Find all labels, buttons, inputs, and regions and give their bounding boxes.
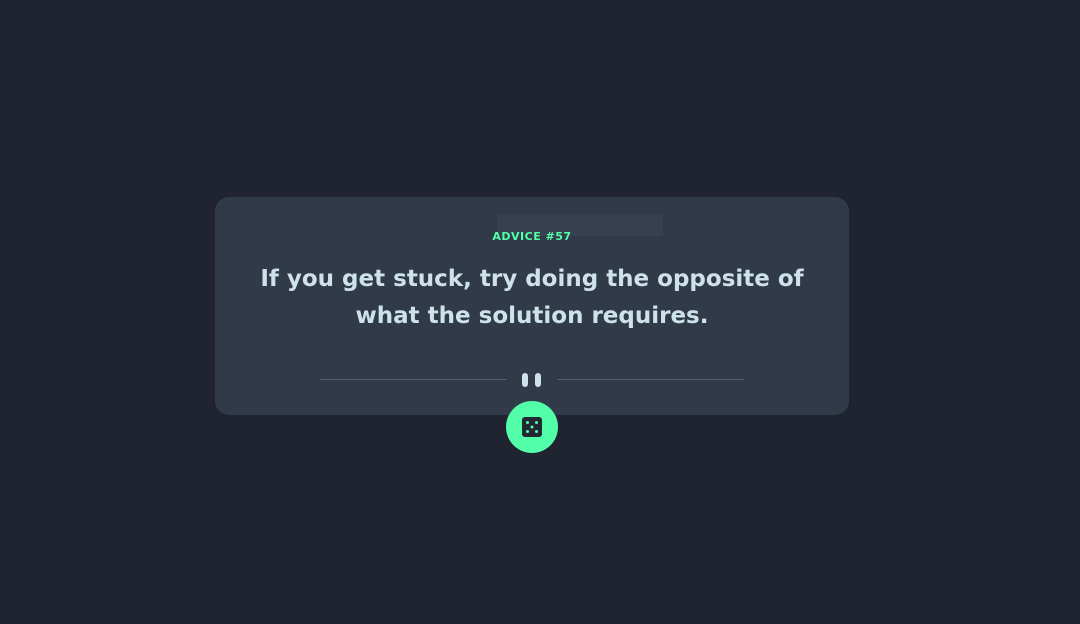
dice-icon xyxy=(522,417,542,437)
advice-number: ADVICE #57 xyxy=(492,230,572,243)
advice-card: ADVICE #57 If you get stuck, try doing t… xyxy=(215,197,849,415)
page: ADVICE #57 If you get stuck, try doing t… xyxy=(0,0,1080,624)
divider-line-right xyxy=(557,379,744,380)
new-advice-button[interactable] xyxy=(506,401,558,453)
advice-quote: If you get stuck, try doing the opposite… xyxy=(260,266,804,329)
pause-icon xyxy=(521,373,543,387)
divider-line-left xyxy=(320,379,507,380)
pattern-divider xyxy=(320,373,744,387)
